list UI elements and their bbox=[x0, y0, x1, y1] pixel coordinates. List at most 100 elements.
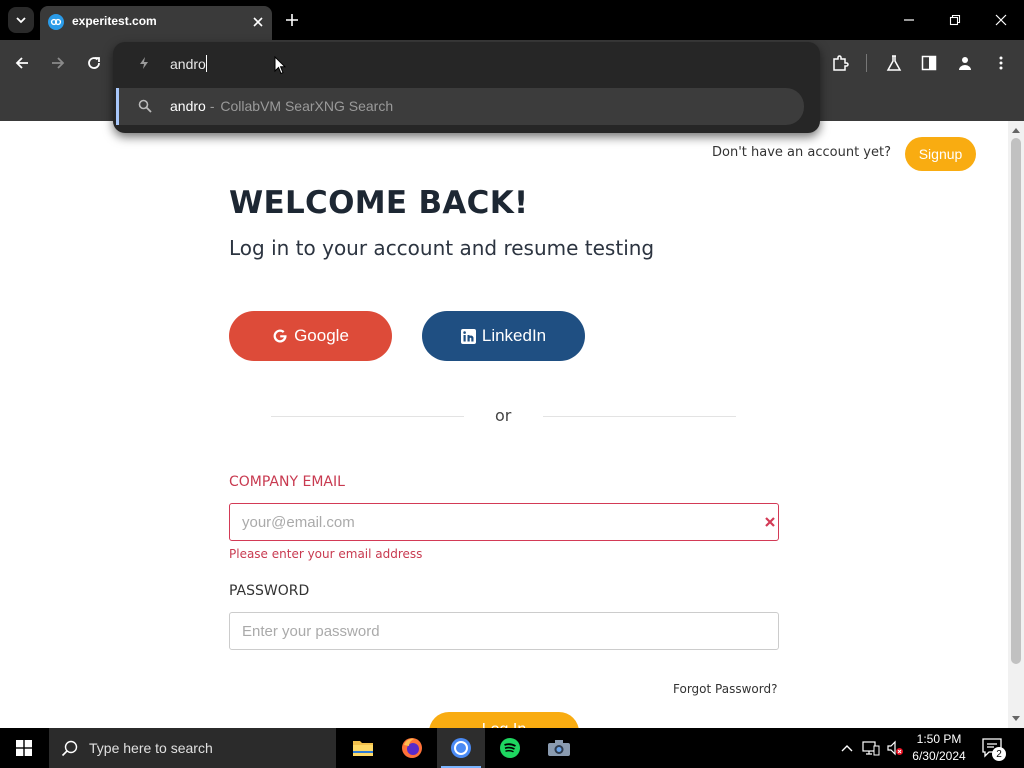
google-login-button[interactable]: Google bbox=[229, 311, 392, 361]
taskbar-clock[interactable]: 1:50 PM 6/30/2024 bbox=[908, 731, 970, 765]
labs-button[interactable] bbox=[881, 50, 907, 76]
email-label: COMPANY EMAIL bbox=[229, 474, 345, 490]
scrollbar-thumb[interactable] bbox=[1011, 138, 1021, 664]
restore-icon bbox=[949, 14, 961, 26]
notification-count-badge: 2 bbox=[992, 747, 1006, 761]
address-bar-input[interactable] bbox=[170, 54, 730, 74]
password-field bbox=[229, 612, 779, 650]
google-icon bbox=[273, 329, 287, 343]
toolbar-separator bbox=[866, 54, 867, 72]
search-icon bbox=[61, 740, 78, 757]
suggestion-text: andro - CollabVM SearXNG Search bbox=[170, 98, 393, 114]
windows-taskbar: Type here to search 1:50 PM 6/30/2024 2 bbox=[0, 728, 1024, 768]
chevron-up-icon bbox=[841, 745, 853, 752]
reload-icon bbox=[88, 57, 100, 69]
show-hidden-icons-button[interactable] bbox=[838, 728, 856, 768]
screen: experitest.com Don't have an account yet… bbox=[0, 0, 1024, 768]
suggestion-query: andro bbox=[170, 98, 206, 114]
page-title: WELCOME BACK! bbox=[229, 185, 529, 221]
chevron-down-icon bbox=[16, 17, 26, 24]
linkedin-icon bbox=[460, 328, 476, 344]
profile-button[interactable] bbox=[952, 50, 978, 76]
start-button[interactable] bbox=[0, 728, 48, 768]
firefox-button[interactable] bbox=[388, 728, 436, 768]
chrome-button[interactable] bbox=[437, 728, 485, 768]
file-explorer-button[interactable] bbox=[339, 728, 387, 768]
signup-prompt: Don't have an account yet? bbox=[712, 145, 891, 160]
flask-icon bbox=[886, 55, 902, 71]
divider-line-right bbox=[543, 416, 736, 417]
forgot-password-link[interactable]: Forgot Password? bbox=[673, 682, 777, 696]
browser-tab-strip: experitest.com bbox=[0, 0, 1024, 40]
restore-button[interactable] bbox=[943, 8, 967, 32]
person-icon bbox=[959, 57, 971, 70]
puzzle-icon bbox=[833, 55, 849, 71]
signup-button[interactable]: Signup bbox=[905, 137, 976, 171]
divider-line-left bbox=[271, 416, 464, 417]
camera-button[interactable] bbox=[535, 728, 583, 768]
email-error-message: Please enter your email address bbox=[229, 547, 423, 561]
linkedin-label: LinkedIn bbox=[481, 326, 547, 345]
menu-button[interactable] bbox=[988, 50, 1014, 76]
network-icon bbox=[862, 741, 880, 756]
clock-time: 1:50 PM bbox=[916, 732, 962, 746]
text-caret bbox=[206, 55, 207, 72]
close-window-button[interactable] bbox=[989, 8, 1013, 32]
volume-button[interactable] bbox=[884, 728, 906, 768]
experitest-favicon-icon bbox=[48, 14, 64, 30]
camera-icon bbox=[548, 740, 570, 756]
page-subtitle: Log in to your account and resume testin… bbox=[229, 236, 655, 260]
firefox-icon bbox=[402, 738, 422, 758]
browser-tab[interactable]: experitest.com bbox=[40, 6, 272, 40]
scroll-up-arrow-icon[interactable] bbox=[1011, 125, 1021, 135]
new-tab-button[interactable] bbox=[281, 9, 303, 31]
spotify-icon bbox=[500, 738, 520, 758]
google-label: Google bbox=[294, 326, 349, 345]
clock-date: 6/30/2024 bbox=[912, 749, 966, 763]
search-icon bbox=[138, 99, 152, 113]
suggestion-engine: CollabVM SearXNG Search bbox=[220, 98, 394, 114]
login-button[interactable]: Log In bbox=[429, 712, 579, 728]
spotify-button[interactable] bbox=[486, 728, 534, 768]
extensions-button[interactable] bbox=[827, 50, 853, 76]
close-icon bbox=[253, 17, 263, 27]
reload-button[interactable] bbox=[81, 50, 107, 76]
plus-icon bbox=[286, 14, 298, 26]
minimize-icon bbox=[904, 19, 914, 21]
windows-logo-icon bbox=[16, 740, 32, 756]
divider-text: or bbox=[495, 406, 512, 425]
tab-title: experitest.com bbox=[72, 14, 157, 28]
taskbar-search-placeholder: Type here to search bbox=[89, 740, 213, 756]
file-explorer-icon bbox=[353, 741, 373, 756]
linkedin-login-button[interactable]: LinkedIn bbox=[422, 311, 585, 361]
tab-close-button[interactable] bbox=[248, 12, 268, 32]
network-status-button[interactable] bbox=[860, 728, 882, 768]
tab-search-button[interactable] bbox=[8, 7, 34, 33]
back-button[interactable] bbox=[9, 50, 35, 76]
close-icon bbox=[995, 14, 1007, 26]
omnibox-dropdown: andro- CollabVM SearXNG Search bbox=[113, 42, 820, 133]
arrow-right-icon bbox=[52, 57, 65, 69]
login-page: Don't have an account yet? Signup WELCOM… bbox=[0, 121, 1008, 728]
email-field bbox=[229, 503, 779, 541]
arrow-left-icon bbox=[15, 57, 28, 69]
suggestion-separator: - bbox=[209, 98, 215, 114]
password-label: PASSWORD bbox=[229, 583, 310, 599]
searxng-icon bbox=[140, 57, 148, 69]
mouse-pointer-icon bbox=[274, 56, 286, 75]
scroll-down-arrow-icon[interactable] bbox=[1011, 714, 1021, 724]
page-scrollbar[interactable] bbox=[1008, 121, 1024, 728]
volume-muted-icon bbox=[887, 740, 903, 756]
taskbar-search-box[interactable]: Type here to search bbox=[49, 728, 336, 768]
error-x-icon bbox=[765, 517, 775, 527]
forward-button[interactable] bbox=[45, 50, 71, 76]
chrome-icon bbox=[451, 738, 471, 758]
side-panel-icon bbox=[921, 55, 937, 71]
kebab-menu-icon bbox=[999, 56, 1003, 70]
minimize-button[interactable] bbox=[897, 8, 921, 32]
side-panel-button[interactable] bbox=[916, 50, 942, 76]
suggestion-selected-indicator bbox=[116, 88, 119, 125]
email-input[interactable] bbox=[242, 512, 742, 532]
omnibox-suggestion[interactable]: andro - CollabVM SearXNG Search bbox=[116, 88, 804, 125]
password-input[interactable] bbox=[242, 621, 762, 641]
